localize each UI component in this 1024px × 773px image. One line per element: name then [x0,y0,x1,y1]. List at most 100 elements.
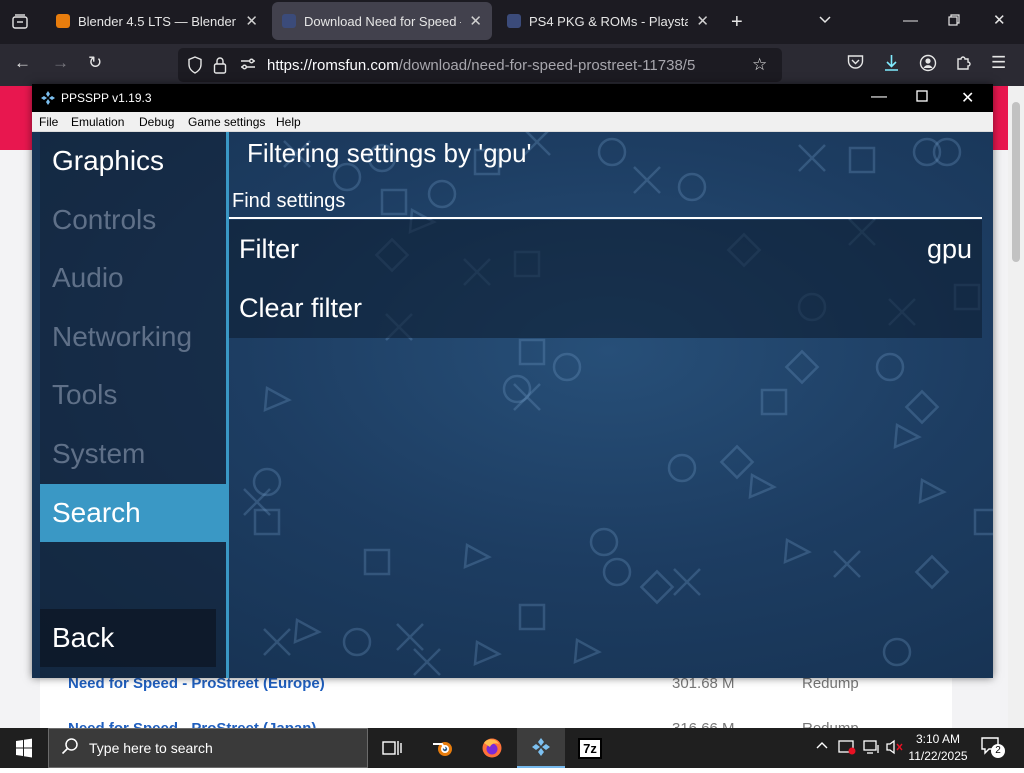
blender-favicon-icon [56,14,70,28]
volume-muted-icon[interactable] [886,739,904,758]
url-text[interactable]: https://romsfun.com/download/need-for-sp… [267,57,695,74]
sidebar-item-label: Networking [52,321,193,352]
tab-overview-icon[interactable] [12,14,28,33]
ppsspp-maximize-icon[interactable] [916,89,928,107]
ps-symbol-decoration [918,477,947,504]
filter-value: gpu [926,234,972,264]
ps-symbol-decoration [427,179,457,209]
menu-game-settings[interactable]: Game settings [188,115,265,129]
minimize-icon[interactable]: — [903,13,918,28]
download-link[interactable]: Need for Speed - ProStreet (Japan) [68,720,316,728]
menu-emulation[interactable]: Emulation [71,115,124,129]
ps-symbol-decoration [760,388,788,416]
close-window-icon[interactable]: ✕ [993,13,1006,28]
tab-title: Download Need for Speed – Pr [304,13,461,29]
taskbar-ppsspp[interactable] [517,728,565,768]
ps-symbol-decoration [573,637,602,664]
ps-symbol-decoration [597,137,627,167]
clock-time: 3:10 AM [915,732,961,746]
list-tabs-chevron-icon[interactable] [818,13,832,30]
hamburger-menu-icon[interactable]: ☰ [991,54,1006,71]
task-view-icon [382,741,402,755]
browser-tab[interactable]: Blender 4.5 LTS — Blender ✕ [46,2,268,40]
menu-file[interactable]: File [39,115,58,129]
sidebar-item-audio[interactable]: Audio [40,249,226,307]
sidebar-item-networking[interactable]: Networking [40,308,226,366]
back-arrow-icon[interactable]: ← [14,54,31,71]
close-tab-icon[interactable]: ✕ [469,12,482,30]
sidebar-item-search[interactable]: Search [40,484,226,542]
task-view-button[interactable] [368,728,416,768]
ps-symbol-decoration [602,557,632,587]
system-clock[interactable]: 3:10 AM 11/22/2025 [906,731,970,765]
new-tab-icon[interactable]: + [731,12,743,32]
security-alert-icon[interactable] [838,739,856,758]
section-underline [229,217,982,219]
clear-filter-button[interactable]: Clear filter [229,279,982,337]
windows-logo-icon [16,738,32,758]
ppsspp-close-icon[interactable]: ✕ [961,88,974,108]
ps-symbol-decoration [293,617,322,644]
pocket-icon[interactable] [847,54,864,73]
taskbar-7zip[interactable]: 7z [566,728,614,768]
close-tab-icon[interactable]: ✕ [245,12,258,30]
shield-icon[interactable] [187,56,203,77]
sidebar-item-label: System [52,438,146,469]
menu-help[interactable]: Help [276,115,301,129]
url-bar[interactable]: https://romsfun.com/download/need-for-sp… [178,48,782,82]
lock-icon[interactable] [213,56,227,77]
scrollbar-thumb[interactable] [1012,102,1020,262]
page-scrollbar[interactable] [1008,86,1024,728]
restore-icon[interactable] [948,14,960,29]
filter-setting-row[interactable]: Filter gpu [229,220,982,278]
close-tab-icon[interactable]: ✕ [696,12,709,30]
forward-arrow-icon[interactable]: → [52,54,69,71]
sidebar-item-controls[interactable]: Controls [40,191,226,249]
downloads-icon[interactable] [883,54,900,75]
browser-tab-active[interactable]: Download Need for Speed – Pr ✕ [272,2,492,40]
search-placeholder: Type here to search [89,740,213,756]
sidebar-item-label: Tools [52,379,118,410]
show-hidden-icons-chevron-icon[interactable] [816,739,828,755]
back-button[interactable]: Back [40,609,216,667]
browser-tab[interactable]: PS4 PKG & ROMs - Playstation 4 ✕ [497,2,719,40]
firefox-app-icon [482,738,502,758]
start-button[interactable] [0,728,48,768]
taskbar-blender[interactable] [419,728,467,768]
reload-icon[interactable]: ↻ [88,54,102,71]
sidebar-item-label: Search [52,497,141,528]
taskbar-search-box[interactable]: Type here to search [48,728,368,768]
url-host: https://romsfun.com [267,57,399,74]
clock-date: 11/22/2025 [908,749,968,763]
ps-symbol-decoration [673,568,701,596]
network-icon[interactable] [863,739,881,758]
download-row-title[interactable]: Need for Speed - ProStreet (Japan) [68,720,316,728]
bookmark-star-icon[interactable]: ☆ [752,56,767,73]
sidebar-item-graphics[interactable]: Graphics [40,132,226,190]
taskbar-firefox[interactable] [468,728,516,768]
ppsspp-minimize-icon[interactable]: — [871,88,887,106]
ps-symbol-decoration [677,172,707,202]
search-settings-list: Filter gpu Clear filter [229,220,982,338]
sidebar-item-tools[interactable]: Tools [40,366,226,424]
page-title: Filtering settings by 'gpu' [247,138,532,168]
sidebar-item-system[interactable]: System [40,425,226,483]
menu-debug[interactable]: Debug [139,115,174,129]
account-icon[interactable] [919,54,937,75]
back-button-label: Back [52,622,115,653]
sidebar-divider [226,132,229,678]
ps-symbol-decoration [848,146,876,174]
ppsspp-settings-screen: Graphics Controls Audio Networking Tools… [32,132,993,678]
blender-app-icon [433,742,452,756]
permissions-icon[interactable] [240,57,256,74]
ps-symbol-decoration [552,352,582,382]
tab-title: Blender 4.5 LTS — Blender [78,13,237,29]
extensions-puzzle-icon[interactable] [955,54,972,74]
browser-nav-bar: ← → ↻ https://romsfun.com/download/need-… [0,44,1024,86]
ps-symbol-decoration [633,166,661,194]
file-source: Redump [802,720,859,728]
ps-symbol-decoration [893,422,922,449]
site-favicon-icon [507,14,521,28]
ppsspp-title-bar: PPSSPP v1.19.3 — ✕ [32,84,993,112]
action-center-button[interactable]: 2 [980,736,1008,760]
